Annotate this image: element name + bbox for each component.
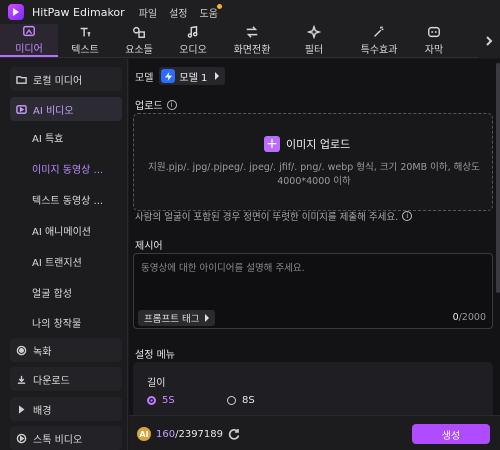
menu-settings[interactable]: 설정 bbox=[169, 5, 187, 20]
main-panel: 모델 모델 1 업로드 i + 이미지 업로드 지원.pjp/. jpg/.pj… bbox=[129, 59, 500, 450]
sidebar-item-background[interactable]: 배경 bbox=[10, 397, 122, 421]
sidebar-item-my-creations[interactable]: 나의 창작물 bbox=[10, 310, 122, 334]
model-row: 모델 모델 1 bbox=[135, 67, 226, 85]
menu-help[interactable]: 도움 bbox=[200, 3, 222, 20]
face-hint: 사람의 얼굴이 포함된 경우 정면이 뚜렷한 이미지를 제출해 주세요. i bbox=[135, 209, 413, 223]
tab-filter[interactable]: 필터 bbox=[284, 24, 344, 57]
settings-title: 설정 메뉴 bbox=[135, 350, 175, 361]
text-icon bbox=[80, 27, 91, 37]
sidebar-item-ai-animation[interactable]: AI 애니메이션 bbox=[10, 218, 122, 242]
prompt-label: 제시어 bbox=[135, 241, 163, 252]
refresh-icon[interactable] bbox=[227, 427, 241, 441]
tab-effects[interactable]: 특수효과 bbox=[344, 24, 414, 57]
model-select[interactable]: 모델 1 bbox=[159, 67, 226, 85]
char-counter: 0/2000 bbox=[452, 312, 486, 323]
sidebar-item-text-to-video[interactable]: 텍스트 동영상 ... bbox=[10, 187, 122, 211]
upload-label: 업로드 i bbox=[135, 97, 177, 112]
sidebar: 로컬 미디어 AI 비디오 AI 특효 이미지 동영상 ... 텍스트 동영상 … bbox=[0, 59, 128, 450]
radio-empty-icon bbox=[227, 396, 236, 405]
credits-display: AI 160/2397189 bbox=[137, 425, 223, 443]
app-name: HitPaw Edimakor bbox=[32, 5, 125, 19]
subtitle-icon bbox=[428, 26, 440, 38]
length-label: 길이 bbox=[147, 378, 166, 389]
main-toolbar: 미디어 텍스트 요소들 오디오 화면전환 필터 특수효과 자막 bbox=[0, 24, 500, 58]
download-icon bbox=[17, 375, 26, 384]
plus-icon: + bbox=[264, 136, 280, 152]
model-label: 모델 bbox=[135, 72, 154, 84]
audio-icon bbox=[187, 25, 198, 38]
sidebar-item-image-to-video[interactable]: 이미지 동영상 ... bbox=[10, 156, 122, 180]
sidebar-item-download[interactable]: 다운로드 bbox=[10, 367, 122, 391]
sidebar-item-record[interactable]: 녹화 bbox=[10, 338, 122, 362]
sidebar-item-stock-video[interactable]: 스톡 비디오 bbox=[10, 426, 122, 450]
prompt-placeholder: 동영상에 대한 아이디어를 설명해 주세요. bbox=[141, 263, 305, 274]
prompt-textarea[interactable]: 동영상에 대한 아이디어를 설명해 주세요. 프롬프트 태그 0/2000 bbox=[133, 253, 493, 329]
sidebar-item-ai-effects[interactable]: AI 특효 bbox=[10, 125, 122, 149]
tab-text[interactable]: 텍스트 bbox=[58, 24, 112, 57]
toolbar-next-button[interactable] bbox=[478, 24, 500, 58]
sidebar-item-ai-video[interactable]: AI 비디오 bbox=[10, 97, 122, 121]
settings-panel: 길이 5S 8S bbox=[133, 362, 493, 422]
scrollbar[interactable] bbox=[496, 63, 500, 293]
sidebar-item-face-swap[interactable]: 얼굴 합성 bbox=[10, 280, 122, 304]
folder-icon bbox=[16, 75, 27, 84]
bottom-bar: AI 160/2397189 생성 bbox=[129, 415, 500, 450]
length-option-5s[interactable]: 5S bbox=[147, 395, 175, 406]
info-icon[interactable]: i bbox=[166, 99, 177, 110]
model-name: 모델 1 bbox=[179, 72, 208, 84]
sidebar-item-local-media[interactable]: 로컬 미디어 bbox=[10, 67, 122, 91]
ai-video-icon bbox=[16, 104, 27, 114]
title-bar: HitPaw Edimakor 파일 설정 도움 bbox=[0, 0, 500, 24]
transition-icon bbox=[246, 26, 258, 38]
tab-media[interactable]: 미디어 bbox=[0, 24, 58, 57]
stock-video-icon bbox=[16, 433, 27, 443]
caret-right-icon bbox=[205, 314, 210, 322]
filter-icon bbox=[307, 25, 321, 39]
lightning-icon bbox=[161, 69, 176, 83]
caret-right-icon bbox=[215, 72, 220, 80]
tab-audio[interactable]: 오디오 bbox=[166, 24, 220, 57]
tab-elements[interactable]: 요소들 bbox=[112, 24, 166, 57]
app-logo-icon bbox=[8, 4, 24, 20]
record-icon bbox=[16, 345, 27, 355]
chevron-right-icon bbox=[486, 36, 493, 46]
media-icon bbox=[23, 25, 35, 37]
info-icon[interactable]: i bbox=[402, 211, 413, 221]
coin-icon: AI bbox=[137, 427, 151, 441]
triangle-right-icon bbox=[18, 404, 25, 414]
length-option-8s[interactable]: 8S bbox=[227, 395, 255, 406]
tab-subtitle[interactable]: 자막 bbox=[414, 24, 454, 57]
radio-selected-icon bbox=[147, 396, 156, 405]
notification-dot bbox=[216, 3, 222, 9]
upload-dropzone[interactable]: + 이미지 업로드 지원.pjp/. jpg/.pjpeg/. jpeg/. j… bbox=[133, 113, 493, 211]
prompt-tag-button[interactable]: 프롬프트 태그 bbox=[138, 310, 216, 326]
elements-icon bbox=[133, 26, 145, 38]
effects-icon bbox=[374, 26, 384, 37]
upload-format-note: 지원.pjp/. jpg/.pjpeg/. jpeg/. jfif/. png/… bbox=[148, 162, 480, 187]
upload-image-button[interactable]: + 이미지 업로드 bbox=[264, 136, 350, 152]
sidebar-item-ai-transition[interactable]: AI 트랜지션 bbox=[10, 249, 122, 273]
menu-file[interactable]: 파일 bbox=[139, 5, 157, 20]
generate-button[interactable]: 생성 bbox=[412, 424, 490, 444]
tab-transition[interactable]: 화면전환 bbox=[220, 24, 284, 57]
